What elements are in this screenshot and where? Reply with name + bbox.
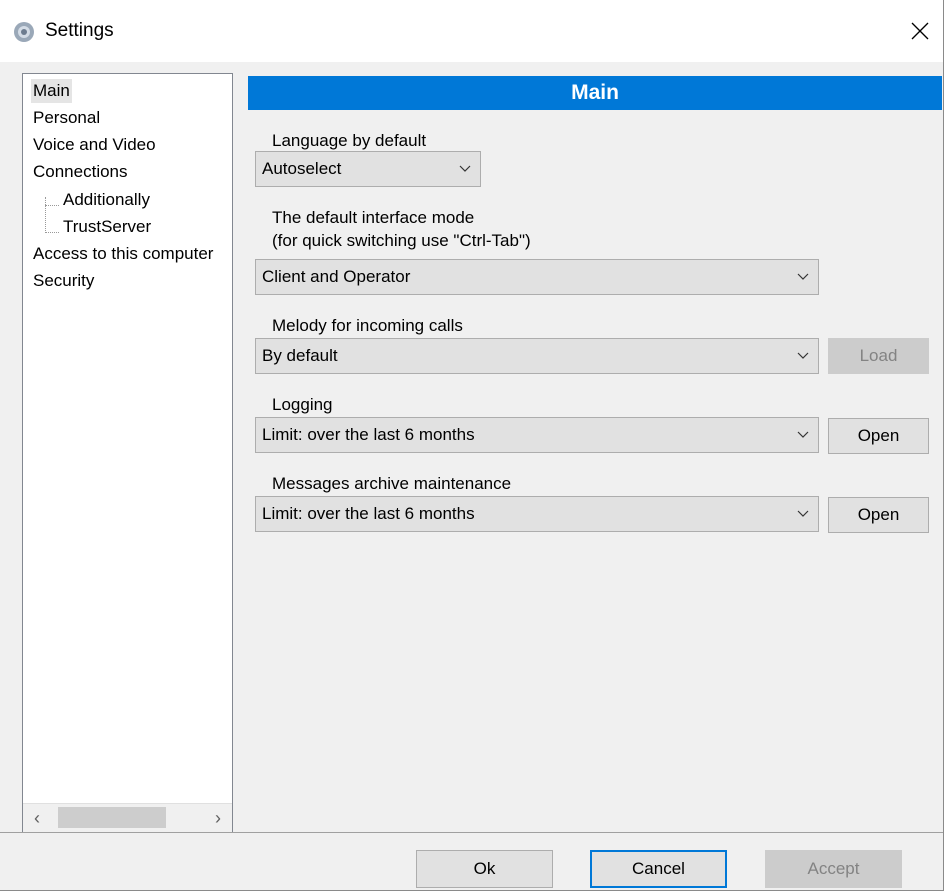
settings-gear-icon bbox=[14, 22, 34, 42]
tree-item-trustserver[interactable]: TrustServer bbox=[63, 215, 151, 239]
interface-mode-label: The default interface mode bbox=[272, 208, 475, 227]
section-header: Main bbox=[248, 76, 942, 110]
interface-mode-select[interactable]: Client and Operator bbox=[255, 259, 819, 295]
melody-select-value: By default bbox=[262, 346, 338, 365]
close-button[interactable] bbox=[897, 10, 943, 52]
scroll-left-icon[interactable]: ‹ bbox=[23, 804, 51, 832]
accept-button[interactable]: Accept bbox=[765, 850, 902, 888]
settings-dialog: Settings Main Personal Voice and Video C… bbox=[0, 0, 944, 891]
settings-tree[interactable]: Main Personal Voice and Video Connection… bbox=[22, 73, 233, 833]
archive-select-value: Limit: over the last 6 months bbox=[262, 504, 475, 523]
title-bar: Settings bbox=[0, 0, 943, 62]
chevron-down-icon bbox=[797, 431, 809, 438]
tree-connector bbox=[45, 197, 46, 233]
tree-item-voice-and-video[interactable]: Voice and Video bbox=[33, 133, 156, 157]
cancel-button[interactable]: Cancel bbox=[590, 850, 727, 888]
logging-select-value: Limit: over the last 6 months bbox=[262, 425, 475, 444]
tree-connector bbox=[45, 205, 59, 206]
language-select[interactable]: Autoselect bbox=[255, 151, 481, 187]
open-logging-button[interactable]: Open bbox=[828, 418, 929, 454]
tree-item-additionally[interactable]: Additionally bbox=[63, 188, 150, 212]
language-select-value: Autoselect bbox=[262, 159, 342, 178]
language-label: Language by default bbox=[272, 131, 427, 150]
open-archive-button[interactable]: Open bbox=[828, 497, 929, 533]
ok-button[interactable]: Ok bbox=[416, 850, 553, 888]
archive-label: Messages archive maintenance bbox=[272, 474, 512, 493]
tree-item-security[interactable]: Security bbox=[33, 269, 94, 293]
interface-mode-select-value: Client and Operator bbox=[262, 267, 411, 286]
scroll-right-icon[interactable]: › bbox=[204, 804, 232, 832]
tree-item-main[interactable]: Main bbox=[31, 79, 72, 103]
melody-select[interactable]: By default bbox=[255, 338, 819, 374]
horizontal-scrollbar[interactable]: ‹ › bbox=[23, 803, 232, 832]
close-icon bbox=[911, 22, 929, 40]
window-title: Settings bbox=[45, 20, 114, 41]
tree-item-connections[interactable]: Connections bbox=[33, 160, 128, 184]
logging-label: Logging bbox=[272, 395, 333, 414]
logging-select[interactable]: Limit: over the last 6 months bbox=[255, 417, 819, 453]
tree-connector bbox=[45, 232, 59, 233]
chevron-down-icon bbox=[797, 510, 809, 517]
archive-select[interactable]: Limit: over the last 6 months bbox=[255, 496, 819, 532]
load-melody-button[interactable]: Load bbox=[828, 338, 929, 374]
interface-mode-hint: (for quick switching use "Ctrl-Tab") bbox=[272, 231, 531, 250]
chevron-down-icon bbox=[459, 165, 471, 172]
chevron-down-icon bbox=[797, 273, 809, 280]
melody-label: Melody for incoming calls bbox=[272, 316, 463, 335]
tree-item-personal[interactable]: Personal bbox=[33, 106, 100, 130]
tree-item-access-to-this-computer[interactable]: Access to this computer bbox=[33, 242, 213, 266]
scrollbar-thumb[interactable] bbox=[58, 807, 166, 828]
chevron-down-icon bbox=[797, 352, 809, 359]
